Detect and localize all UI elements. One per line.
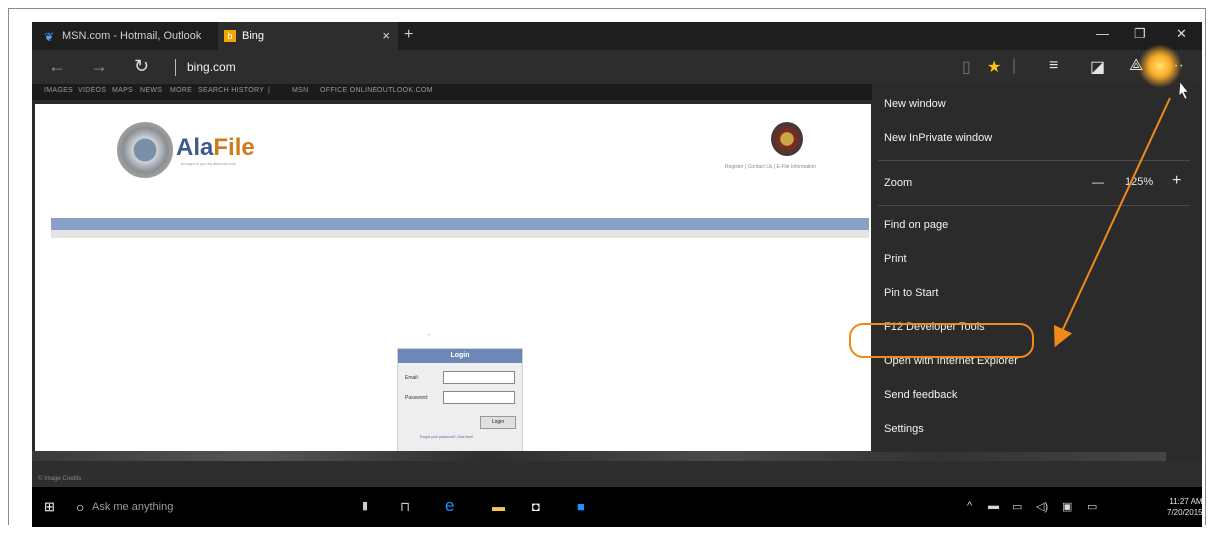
logo-text-ala: Ala <box>176 134 214 161</box>
menu-send-feedback[interactable]: Send feedback <box>884 389 957 401</box>
web-page-content: AlaFile brought to you by alacourt.com R… <box>35 104 871 458</box>
web-note-icon[interactable]: ◪ <box>1090 57 1105 77</box>
cortana-circle-icon[interactable]: ○ <box>76 499 84 515</box>
zoom-in-button[interactable]: + <box>1172 172 1181 190</box>
bing-icon: b <box>224 30 236 42</box>
tray-volume-icon[interactable]: ◁) <box>1036 500 1048 513</box>
close-window-button[interactable]: ✕ <box>1176 26 1187 42</box>
status-text: © Image Credits <box>38 476 82 482</box>
nav-link-maps[interactable]: MAPS <box>112 87 133 94</box>
address-separator <box>175 59 176 76</box>
background-image-strip <box>32 451 1166 461</box>
highlight-burst <box>1138 44 1182 88</box>
menu-new-window[interactable]: New window <box>884 98 946 110</box>
password-field[interactable] <box>443 391 515 404</box>
menu-zoom-label: Zoom <box>884 177 913 189</box>
menu-new-inprivate-window[interactable]: New InPrivate window <box>884 132 992 144</box>
status-bar: © Image Credits <box>32 461 1202 487</box>
email-field[interactable] <box>443 371 515 384</box>
logo-text-file: File <box>213 134 255 161</box>
nav-link-msn[interactable]: MSN <box>292 87 308 94</box>
nav-link-search-history[interactable]: SEARCH HISTORY <box>198 87 264 94</box>
forward-arrow-icon[interactable]: → <box>90 56 108 77</box>
store-icon[interactable]: ◘ <box>532 499 540 514</box>
system-clock[interactable]: 11:27 AM 7/20/2015 <box>1167 496 1202 518</box>
tab-msn[interactable]: ❦ MSN.com - Hotmail, Outlook <box>38 22 214 50</box>
header-band <box>51 218 869 230</box>
tray-chevron-icon[interactable]: ^ <box>967 500 972 512</box>
tray-battery-icon[interactable]: ▬ <box>988 500 999 512</box>
minimize-button[interactable]: — <box>1096 26 1109 41</box>
favorite-star-icon[interactable]: ★ <box>987 57 1001 77</box>
nav-link-images[interactable]: IMAGES <box>44 87 73 94</box>
nav-link-office-online[interactable]: OFFICE ONLINE <box>320 87 378 94</box>
windows-taskbar: ⊞ ○ Ask me anything ▮ ⊓ e ▬ ◘ ■ ^ ▬ ▭ ◁)… <box>32 487 1202 527</box>
action-center-icon[interactable]: ▣ <box>1062 500 1072 513</box>
toolbar-divider: | <box>1012 57 1017 74</box>
new-tab-button[interactable]: + <box>404 26 413 44</box>
login-header: Login <box>398 349 522 363</box>
restore-button[interactable]: ❐ <box>1134 26 1146 42</box>
header-links[interactable]: Register | Contact Us | E-File Informati… <box>725 164 816 170</box>
task-view-icon[interactable]: ⊓ <box>400 499 410 515</box>
refresh-icon[interactable]: ↻ <box>134 56 149 77</box>
tab-bing[interactable]: b Bing × <box>218 22 398 50</box>
alafile-logo-text[interactable]: AlaFile <box>176 134 255 162</box>
navigation-bar: ← → ↻ bing.com ▯ ★ | ≡ ◪ ⟁ ··· <box>32 50 1202 84</box>
menu-settings[interactable]: Settings <box>884 423 924 435</box>
clock-date: 7/20/2015 <box>1167 508 1202 517</box>
login-box: Login Email: Password: Login Forgot your… <box>397 348 523 458</box>
edge-browser-window: ❦ MSN.com - Hotmail, Outlook b Bing × + … <box>32 22 1202 527</box>
cortana-search-box[interactable]: Ask me anything <box>92 501 173 513</box>
tray-network-icon[interactable]: ▭ <box>1012 500 1022 513</box>
address-bar[interactable]: bing.com <box>187 60 236 74</box>
page-dash: - <box>428 332 430 338</box>
alafile-seal-logo <box>117 122 173 178</box>
zoom-level-value: 125% <box>1125 176 1154 188</box>
hub-icon[interactable]: ≡ <box>1049 57 1058 75</box>
edge-taskbar-icon[interactable]: e <box>445 496 454 516</box>
menu-pin-to-start[interactable]: Pin to Start <box>884 287 938 299</box>
nav-link-news[interactable]: NEWS <box>140 87 162 94</box>
close-tab-icon[interactable]: × <box>382 28 390 43</box>
menu-divider <box>878 205 1190 206</box>
tab-label: Bing <box>242 30 265 42</box>
nav-link-more[interactable]: MORE <box>170 87 192 94</box>
open-ie-highlight-ring <box>849 323 1034 358</box>
login-button[interactable]: Login <box>480 416 516 429</box>
nav-divider: | <box>268 87 271 94</box>
alabama-seal-icon <box>771 122 803 156</box>
nav-link-videos[interactable]: VIDEOS <box>78 87 106 94</box>
microphone-icon[interactable]: ▮ <box>362 499 368 512</box>
clock-time: 11:27 AM <box>1169 497 1202 506</box>
logo-subtitle: brought to you by alacourt.com <box>181 161 236 166</box>
back-arrow-icon[interactable]: ← <box>48 56 66 77</box>
menu-divider <box>878 160 1190 161</box>
msn-butterfly-icon: ❦ <box>44 30 55 44</box>
zoom-out-button[interactable]: — <box>1092 175 1104 189</box>
nav-link-outlook[interactable]: OUTLOOK.COM <box>377 87 433 94</box>
windows-start-icon[interactable]: ⊞ <box>44 499 55 515</box>
password-label: Password: <box>405 395 429 401</box>
keyboard-icon[interactable]: ▭ <box>1087 500 1097 513</box>
reading-view-icon[interactable]: ▯ <box>962 57 971 77</box>
file-explorer-icon[interactable]: ▬ <box>492 499 505 514</box>
menu-print[interactable]: Print <box>884 253 907 265</box>
tab-bar: ❦ MSN.com - Hotmail, Outlook b Bing × + … <box>32 22 1202 50</box>
forgot-password-link[interactable]: Forgot your password? Click here! <box>420 435 473 439</box>
more-actions-menu: New window New InPrivate window Zoom — 1… <box>872 84 1202 452</box>
app-taskbar-icon[interactable]: ■ <box>577 499 585 514</box>
tab-label: MSN.com - Hotmail, Outlook <box>62 30 202 42</box>
email-label: Email: <box>405 375 419 381</box>
header-band-shadow <box>51 230 869 238</box>
menu-find-on-page[interactable]: Find on page <box>884 219 948 231</box>
